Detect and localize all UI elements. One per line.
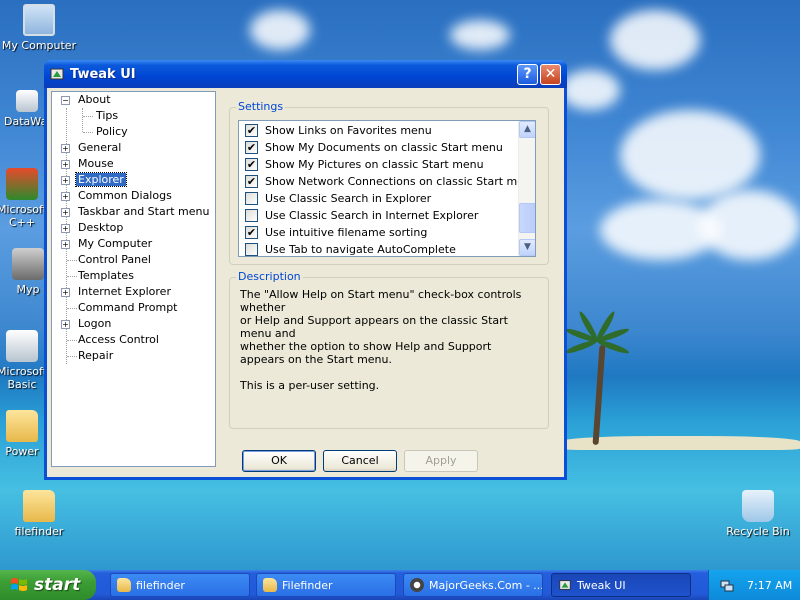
system-tray: 7:17 AM	[708, 570, 800, 600]
tree-item-policy[interactable]: Policy	[94, 124, 130, 140]
tweakui-window: Tweak UI ? ✕ − About Tips Policy + Gener…	[44, 60, 567, 480]
taskbar-button-filefinder[interactable]: filefinder	[110, 573, 250, 597]
tree-item-tips[interactable]: Tips	[94, 108, 120, 124]
ok-button[interactable]: OK	[242, 450, 316, 472]
expand-icon[interactable]: +	[61, 288, 70, 297]
start-button[interactable]: start	[0, 570, 96, 600]
tree-item-repair[interactable]: Repair	[76, 348, 115, 364]
settings-checklist[interactable]: ✔ Show Links on Favorites menu ✔ Show My…	[238, 120, 536, 257]
folder-icon	[23, 490, 55, 522]
window-client: − About Tips Policy + General + Mouse + …	[47, 88, 564, 477]
setting-intuitive-filename-sorting[interactable]: ✔ Use intuitive filename sorting	[245, 224, 427, 241]
taskbar: start filefinder Filefinder MajorGeeks.C…	[0, 570, 800, 600]
setting-show-my-pictures[interactable]: ✔ Show My Pictures on classic Start menu	[245, 156, 484, 173]
folder-icon	[263, 578, 277, 592]
settings-scrollbar[interactable]: ▲ ▼	[518, 121, 535, 256]
tree-item-about[interactable]: − About	[61, 92, 113, 108]
expand-icon[interactable]: +	[61, 144, 70, 153]
taskbar-button-tweakui[interactable]: Tweak UI	[551, 573, 691, 597]
window-titlebar[interactable]: Tweak UI ? ✕	[44, 60, 567, 88]
expand-icon[interactable]: +	[61, 208, 70, 217]
tree-item-taskbar-start-menu[interactable]: + Taskbar and Start menu	[61, 204, 211, 220]
settings-group: Settings ✔ Show Links on Favorites menu …	[229, 100, 549, 265]
setting-show-my-documents[interactable]: ✔ Show My Documents on classic Start men…	[245, 139, 503, 156]
checkbox-unchecked[interactable]	[245, 209, 258, 222]
cancel-button[interactable]: Cancel	[323, 450, 397, 472]
tree-item-access-control[interactable]: Access Control	[76, 332, 161, 348]
setting-classic-search-explorer[interactable]: Use Classic Search in Explorer	[245, 190, 431, 207]
clock[interactable]: 7:17 AM	[747, 579, 792, 592]
tree-item-internet-explorer[interactable]: + Internet Explorer	[61, 284, 173, 300]
setting-show-network-connections[interactable]: ✔ Show Network Connections on classic St…	[245, 173, 535, 190]
browser-icon	[410, 578, 424, 592]
tree-item-explorer[interactable]: + Explorer	[61, 172, 127, 188]
recycle-bin-icon	[742, 490, 774, 522]
tree-item-common-dialogs[interactable]: + Common Dialogs	[61, 188, 174, 204]
desktop-icon-recycle-bin[interactable]: Recycle Bin	[720, 490, 796, 538]
chevron-down-icon: ▼	[524, 242, 531, 252]
desktop-icon-filefinder[interactable]: filefinder	[1, 490, 77, 538]
taskbar-button-majorgeeks[interactable]: MajorGeeks.Com - ...	[403, 573, 543, 597]
description-group: Description The "Allow Help on Start men…	[229, 270, 549, 429]
scroll-up-button[interactable]: ▲	[519, 121, 535, 138]
windows-logo-icon	[11, 578, 27, 591]
close-button[interactable]: ✕	[540, 63, 561, 85]
checkbox-checked[interactable]: ✔	[245, 158, 258, 171]
expand-icon[interactable]: +	[61, 320, 70, 329]
scroll-thumb[interactable]	[519, 203, 535, 233]
tree-item-control-panel[interactable]: Control Panel	[76, 252, 153, 268]
tweakui-icon	[559, 580, 571, 590]
close-icon: ✕	[544, 66, 557, 82]
checkbox-checked[interactable]: ✔	[245, 175, 258, 188]
app-shortcut-icon	[6, 330, 38, 362]
checkbox-checked[interactable]: ✔	[245, 141, 258, 154]
tweakui-icon	[50, 68, 64, 80]
app-shortcut-icon	[6, 168, 38, 200]
checkbox-checked[interactable]: ✔	[245, 124, 258, 137]
tree-item-templates[interactable]: Templates	[76, 268, 136, 284]
taskbar-button-filefinder-2[interactable]: Filefinder	[256, 573, 396, 597]
setting-tab-autocomplete[interactable]: Use Tab to navigate AutoComplete	[245, 241, 456, 256]
desktop-icon-my-computer[interactable]: My Computer	[1, 4, 77, 52]
description-text: The "Allow Help on Start menu" check-box…	[240, 288, 540, 405]
tree-item-desktop[interactable]: + Desktop	[61, 220, 125, 236]
checkbox-unchecked[interactable]	[245, 192, 258, 205]
scroll-down-button[interactable]: ▼	[519, 239, 535, 256]
expand-icon[interactable]: +	[61, 240, 70, 249]
expand-icon[interactable]: +	[61, 192, 70, 201]
chevron-up-icon: ▲	[524, 124, 531, 134]
tree-item-logon[interactable]: + Logon	[61, 316, 113, 332]
shortcut-icon	[16, 90, 38, 112]
network-icon[interactable]	[719, 577, 735, 593]
collapse-icon[interactable]: −	[61, 96, 70, 105]
tree-item-my-computer[interactable]: + My Computer	[61, 236, 154, 252]
per-user-note: This is a per-user setting.	[240, 379, 380, 392]
help-button[interactable]: ?	[517, 63, 538, 85]
folder-icon	[6, 410, 38, 442]
app-shortcut-icon	[12, 248, 44, 280]
description-group-title: Description	[236, 270, 303, 283]
tree-item-general[interactable]: + General	[61, 140, 123, 156]
setting-classic-search-ie[interactable]: Use Classic Search in Internet Explorer	[245, 207, 478, 224]
category-tree[interactable]: − About Tips Policy + General + Mouse + …	[51, 91, 216, 467]
setting-show-links-favorites[interactable]: ✔ Show Links on Favorites menu	[245, 122, 432, 139]
window-title: Tweak UI	[70, 66, 136, 82]
checkbox-unchecked[interactable]	[245, 243, 258, 256]
folder-icon	[117, 578, 131, 592]
tree-item-mouse[interactable]: + Mouse	[61, 156, 116, 172]
tree-item-command-prompt[interactable]: Command Prompt	[76, 300, 180, 316]
my-computer-icon	[23, 4, 55, 36]
expand-icon[interactable]: +	[61, 176, 70, 185]
expand-icon[interactable]: +	[61, 160, 70, 169]
settings-group-title: Settings	[236, 100, 286, 113]
expand-icon[interactable]: +	[61, 224, 70, 233]
apply-button[interactable]: Apply	[404, 450, 478, 472]
checkbox-checked[interactable]: ✔	[245, 226, 258, 239]
